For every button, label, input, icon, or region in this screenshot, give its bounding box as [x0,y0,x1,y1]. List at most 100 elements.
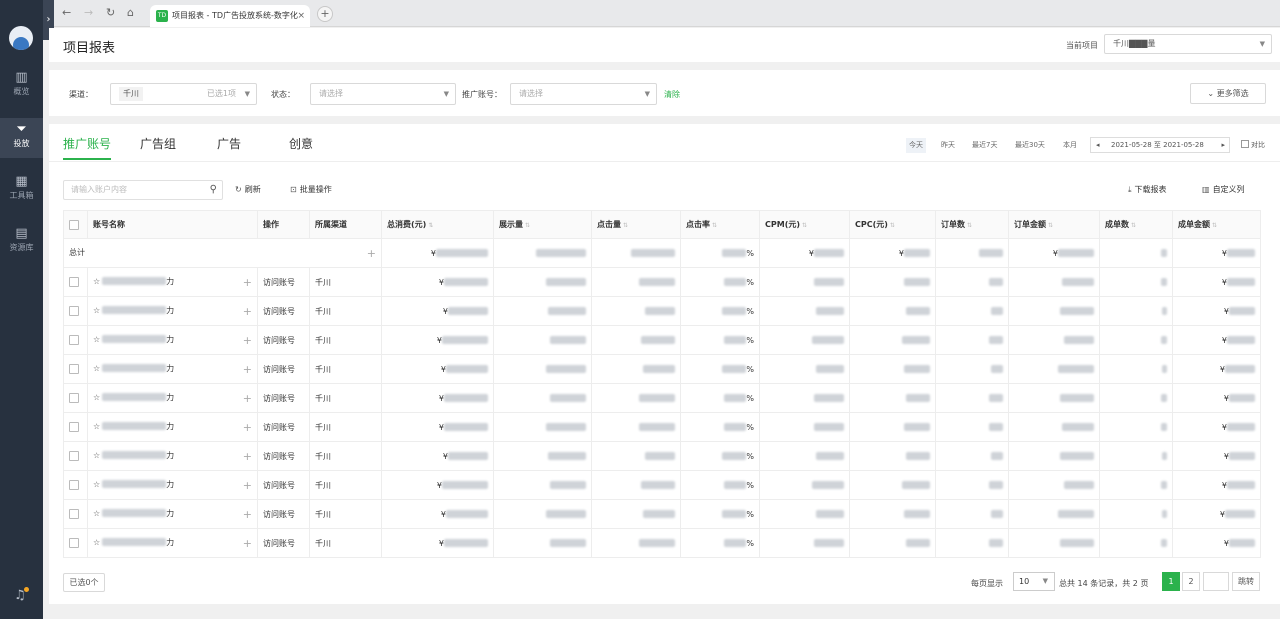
col-deal-amount[interactable]: 成单金额 ⇅ [1172,210,1261,239]
star-icon[interactable]: ☆ [93,306,100,315]
row-select-cell[interactable] [63,296,88,326]
row-select-cell[interactable] [63,325,88,355]
visit-account-link[interactable]: 访问账号 [257,499,310,529]
col-impressions[interactable]: 展示量 ⇅ [493,210,592,239]
col-spend[interactable]: 总消费(元) ⇅ [381,210,494,239]
search-input[interactable]: 请输入账户内容 ⚲ [63,180,223,200]
account-select[interactable]: 请选择 ▼ [510,83,657,105]
plus-icon[interactable]: + [243,508,252,521]
star-icon[interactable]: ☆ [93,480,100,489]
star-icon[interactable]: ☆ [93,364,100,373]
star-icon[interactable]: ☆ [93,277,100,286]
date-yesterday[interactable]: 昨天 [938,138,958,153]
home-icon[interactable]: ⌂ [127,6,134,19]
checkbox[interactable] [69,277,79,287]
visit-account-link[interactable]: 访问账号 [257,441,310,471]
sidebar-item-toolbox[interactable]: ▦ 工具箱 [0,170,43,210]
date-last7[interactable]: 最近7天 [969,138,1000,153]
row-select-cell[interactable] [63,528,88,558]
row-select-cell[interactable] [63,470,88,500]
refresh-button[interactable]: ↻ 刷新 [235,184,261,195]
checkbox[interactable] [69,509,79,519]
star-icon[interactable]: ☆ [93,335,100,344]
date-today[interactable]: 今天 [906,138,926,153]
star-icon[interactable]: ☆ [93,451,100,460]
status-select[interactable]: 请选择 ▼ [310,83,456,105]
plus-icon[interactable]: + [243,334,252,347]
per-page-select[interactable]: 10 ▼ [1013,572,1055,591]
plus-icon[interactable]: + [367,247,376,260]
date-range-picker[interactable]: ◂ 2021-05-28 至 2021-05-28 ▸ [1090,137,1230,153]
sidebar-item-resources[interactable]: ▤ 资源库 [0,222,43,262]
col-order-amount[interactable]: 订单金额 ⇅ [1008,210,1100,239]
page-1-button[interactable]: 1 [1162,572,1180,591]
star-icon[interactable]: ☆ [93,422,100,431]
page-2-button[interactable]: 2 [1182,572,1200,591]
forward-icon[interactable]: → [84,6,93,19]
tab-ad[interactable]: 广告 [217,135,241,152]
tab-ad-group[interactable]: 广告组 [140,135,176,152]
row-select-cell[interactable] [63,354,88,384]
visit-account-link[interactable]: 访问账号 [257,325,310,355]
browser-tab[interactable]: TD 项目报表 - TD广告投放系统-数字化 × [150,5,310,27]
visit-account-link[interactable]: 访问账号 [257,528,310,558]
col-cpc[interactable]: CPC(元) ⇅ [849,210,936,239]
row-select-cell[interactable] [63,441,88,471]
plus-icon[interactable]: + [243,479,252,492]
page-jump-input[interactable] [1203,572,1229,591]
sidebar-item-overview[interactable]: ▥ 概览 [0,66,43,106]
clear-link[interactable]: 清除 [664,89,680,100]
col-cpm[interactable]: CPM(元) ⇅ [759,210,850,239]
date-last30[interactable]: 最近30天 [1012,138,1048,153]
star-icon[interactable]: ☆ [93,393,100,402]
visit-account-link[interactable]: 访问账号 [257,412,310,442]
download-button[interactable]: ⤓ 下载报表 [1128,184,1167,195]
checkbox[interactable] [69,422,79,432]
col-ctr[interactable]: 点击率 ⇅ [680,210,760,239]
customize-columns-button[interactable]: ▥ 自定义列 [1202,184,1245,195]
checkbox[interactable] [69,393,79,403]
visit-account-link[interactable]: 访问账号 [257,296,310,326]
checkbox[interactable] [69,480,79,490]
search-icon[interactable]: ⚲ [210,181,217,199]
checkbox[interactable] [69,364,79,374]
channel-select[interactable]: 千川 已选1项 ▼ [110,83,257,105]
row-select-cell[interactable] [63,383,88,413]
date-month[interactable]: 本月 [1060,138,1080,153]
next-date-icon[interactable]: ▸ [1221,138,1225,152]
checkbox[interactable] [69,335,79,345]
row-select-cell[interactable] [63,412,88,442]
visit-account-link[interactable]: 访问账号 [257,383,310,413]
prev-date-icon[interactable]: ◂ [1096,138,1100,152]
row-select-cell[interactable] [63,499,88,529]
star-icon[interactable]: ☆ [93,538,100,547]
selected-count-button[interactable]: 已选0个 [63,573,105,592]
notification-bell-icon[interactable]: ♫ [14,587,29,603]
plus-icon[interactable]: + [243,450,252,463]
close-tab-icon[interactable]: × [297,5,305,27]
new-tab-button[interactable]: + [317,6,333,22]
checkbox[interactable] [69,219,79,230]
select-all-cell[interactable] [63,210,88,239]
sidebar-item-launch[interactable]: ⏷ 投放 [0,118,43,158]
star-icon[interactable]: ☆ [93,509,100,518]
plus-icon[interactable]: + [243,421,252,434]
checkbox[interactable] [69,306,79,316]
page-jump-button[interactable]: 跳转 [1232,572,1260,591]
plus-icon[interactable]: + [243,363,252,376]
back-icon[interactable]: ← [62,6,71,19]
row-select-cell[interactable] [63,267,88,297]
visit-account-link[interactable]: 访问账号 [257,354,310,384]
visit-account-link[interactable]: 访问账号 [257,267,310,297]
col-deals[interactable]: 成单数 ⇅ [1099,210,1173,239]
checkbox[interactable] [69,538,79,548]
plus-icon[interactable]: + [243,537,252,550]
plus-icon[interactable]: + [243,392,252,405]
tab-account[interactable]: 推广账号 [63,135,112,160]
col-orders[interactable]: 订单数 ⇅ [935,210,1009,239]
reload-icon[interactable]: ↻ [106,6,115,19]
project-select[interactable]: 千川▇▇▇量 ▼ [1104,34,1272,54]
tab-creative[interactable]: 创意 [289,135,313,152]
plus-icon[interactable]: + [243,276,252,289]
col-clicks[interactable]: 点击量 ⇅ [591,210,681,239]
